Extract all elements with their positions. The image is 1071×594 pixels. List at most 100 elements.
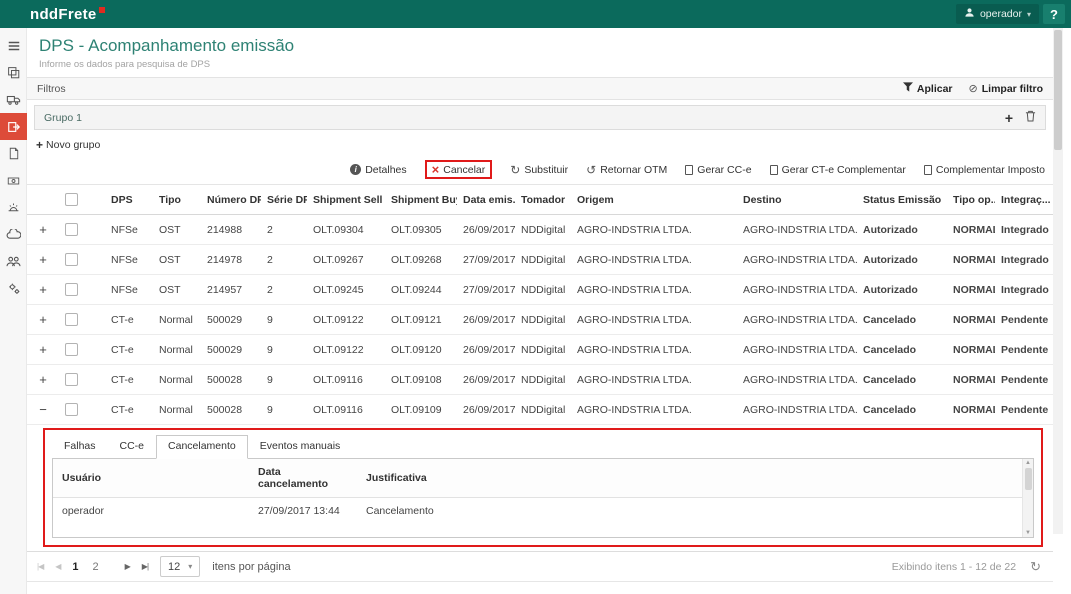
detail-row[interactable]: operador27/09/2017 13:44Cancelamento (53, 498, 1033, 525)
app-body: DPS - Acompanhamento emissão Informe os … (0, 28, 1071, 594)
table-row[interactable]: +NFSeOST2149882OLT.09304OLT.0930526/09/2… (27, 215, 1053, 245)
substituir-button[interactable]: ↻Substituir (510, 164, 568, 176)
column-header[interactable]: Data emis... (457, 185, 515, 215)
apply-filter-button[interactable]: Aplicar (903, 82, 953, 95)
row-checkbox[interactable] (65, 373, 78, 386)
expand-toggle[interactable]: + (27, 335, 59, 365)
sidebar-item-users-icon[interactable] (0, 248, 27, 275)
row-checkbox[interactable] (65, 313, 78, 326)
column-header[interactable]: Destino (737, 185, 857, 215)
row-checkbox[interactable] (65, 223, 78, 236)
complementar-imposto-button[interactable]: Complementar Imposto (924, 164, 1045, 176)
gerar-cc-e-button[interactable]: Gerar CC-e (685, 164, 751, 176)
cell-destino: AGRO-INDSTRIA LTDA. (737, 275, 857, 305)
table-row[interactable]: +CT-eNormal5000299OLT.09122OLT.0912126/0… (27, 305, 1053, 335)
column-header[interactable]: Tipo (153, 185, 201, 215)
delete-group-icon[interactable] (1025, 110, 1036, 125)
new-group-button[interactable]: + Novo grupo (36, 138, 100, 152)
sidebar-item-truck-icon[interactable] (0, 86, 27, 113)
cell-status: Cancelado (857, 395, 947, 425)
pager-pages: 12 (72, 561, 112, 573)
tab-falhas[interactable]: Falhas (52, 435, 108, 458)
column-header[interactable]: Número DPS (201, 185, 261, 215)
sidebar-item-document-icon[interactable] (0, 140, 27, 167)
expand-toggle[interactable]: + (27, 365, 59, 395)
column-header[interactable]: Shipment Sell (307, 185, 385, 215)
sidebar-item-money-icon[interactable] (0, 167, 27, 194)
expand-toggle[interactable]: − (27, 395, 59, 425)
refresh-icon[interactable]: ↻ (1030, 559, 1041, 575)
column-header[interactable]: Status Emissão (857, 185, 947, 215)
scroll-thumb[interactable] (1054, 30, 1062, 150)
table-row[interactable]: +NFSeOST2149782OLT.09267OLT.0926827/09/2… (27, 245, 1053, 275)
row-checkbox[interactable] (65, 403, 78, 416)
gerar-ct-e-complementar-button[interactable]: Gerar CT-e Complementar (770, 164, 906, 176)
expand-toggle[interactable]: + (27, 215, 59, 245)
row-checkbox[interactable] (65, 343, 78, 356)
last-page-button[interactable]: ▶| (142, 562, 148, 571)
cell-dps: NFSe (105, 215, 153, 245)
logo-mark-icon (99, 7, 105, 13)
brand-logo[interactable]: nddFrete (30, 6, 105, 23)
page-button-1[interactable]: 1 (72, 561, 78, 573)
column-header[interactable]: Tipo op... (947, 185, 995, 215)
row-checkbox[interactable] (65, 283, 78, 296)
column-header[interactable]: Série DPS (261, 185, 307, 215)
cell-serie: 9 (261, 395, 307, 425)
sidebar-item-settings-icon[interactable] (0, 275, 27, 302)
sidebar-item-menu-icon[interactable] (0, 32, 27, 59)
scroll-up-icon[interactable]: ▲ (1025, 460, 1031, 466)
expand-toggle[interactable]: + (27, 305, 59, 335)
help-button[interactable]: ? (1043, 4, 1065, 24)
retornar-otm-button[interactable]: ↺Retornar OTM (586, 164, 667, 176)
sidebar-item-alert-icon[interactable] (0, 194, 27, 221)
select-all-checkbox[interactable] (65, 193, 78, 206)
sidebar-item-emission-icon[interactable] (0, 113, 27, 140)
cell-shipment_sell: OLT.09122 (307, 335, 385, 365)
toolbar-action-label: Substituir (524, 164, 568, 176)
add-filter-icon[interactable]: + (1005, 111, 1013, 125)
tab-eventos-manuais[interactable]: Eventos manuais (248, 435, 353, 458)
cancel-icon: × (432, 163, 440, 176)
table-row[interactable]: +CT-eNormal5000289OLT.09116OLT.0910826/0… (27, 365, 1053, 395)
column-header[interactable]: Shipment Buy (385, 185, 457, 215)
page-button-2[interactable]: 2 (93, 561, 99, 573)
column-header[interactable]: Origem (571, 185, 737, 215)
column-header[interactable]: DPS (105, 185, 153, 215)
detail-cell: 27/09/2017 13:44 (249, 498, 357, 525)
first-page-button[interactable]: |◀ (37, 562, 43, 571)
scroll-down-icon[interactable]: ▼ (1025, 530, 1031, 536)
sidebar-item-copy-icon[interactable] (0, 59, 27, 86)
chevron-down-icon: ▾ (1027, 10, 1031, 19)
cell-shipment_sell: OLT.09245 (307, 275, 385, 305)
cell-status: Cancelado (857, 305, 947, 335)
table-row[interactable]: −CT-eNormal5000289OLT.09116OLT.0910926/0… (27, 395, 1053, 425)
clear-filter-button[interactable]: ⊘ Limpar filtro (969, 82, 1043, 95)
tab-cancelamento[interactable]: Cancelamento (156, 435, 248, 459)
vertical-scrollbar[interactable] (1053, 28, 1063, 534)
cell-shipment_sell: OLT.09267 (307, 245, 385, 275)
prev-page-button[interactable]: ◀ (55, 562, 60, 571)
cell-dps: CT-e (105, 335, 153, 365)
sidebar-item-cloud-icon[interactable] (0, 221, 27, 248)
grid-body: +NFSeOST2149882OLT.09304OLT.0930526/09/2… (27, 215, 1053, 425)
table-row[interactable]: +NFSeOST2149572OLT.09245OLT.0924427/09/2… (27, 275, 1053, 305)
cell-integracao: Pendente (995, 335, 1053, 365)
user-menu-button[interactable]: operador ▾ (956, 4, 1039, 24)
detalhes-button[interactable]: iDetalhes (350, 164, 406, 176)
tab-cc-e[interactable]: CC-e (108, 435, 157, 458)
filter-group-panel[interactable]: Grupo 1 + (34, 105, 1046, 130)
expand-toggle[interactable]: + (27, 245, 59, 275)
scroll-thumb[interactable] (1025, 468, 1032, 490)
column-header[interactable]: Tomador (515, 185, 571, 215)
next-page-button[interactable]: ▶ (125, 562, 130, 571)
cell-destino: AGRO-INDSTRIA LTDA. (737, 215, 857, 245)
cancelar-button[interactable]: ×Cancelar (425, 160, 493, 179)
detail-scrollbar[interactable]: ▲ ▼ (1022, 459, 1033, 537)
column-header[interactable]: Integraç... (995, 185, 1053, 215)
user-icon (964, 7, 975, 21)
row-checkbox[interactable] (65, 253, 78, 266)
table-row[interactable]: +CT-eNormal5000299OLT.09122OLT.0912026/0… (27, 335, 1053, 365)
page-size-select[interactable]: 12 ▾ (160, 556, 200, 577)
expand-toggle[interactable]: + (27, 275, 59, 305)
